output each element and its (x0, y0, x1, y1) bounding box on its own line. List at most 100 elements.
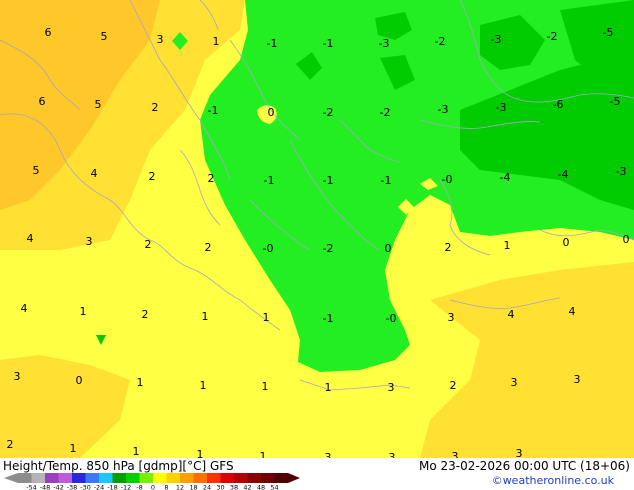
legend-color-swatch (207, 473, 221, 483)
temperature-value: -5 (603, 26, 614, 39)
temperature-value: 3 (516, 447, 523, 458)
temperature-value: 2 (145, 238, 152, 251)
legend-color-swatch (247, 473, 261, 483)
legend-tick-label: -38 (67, 484, 78, 490)
temperature-value: -4 (500, 171, 511, 184)
legend-color-swatch (72, 473, 86, 483)
forecast-datetime: Mo 23-02-2026 00:00 UTC (18+06) (418, 459, 630, 473)
legend-color-swatch (139, 473, 153, 483)
temperature-value: 0 (385, 242, 392, 255)
legend-arrow-left (4, 473, 18, 483)
legend-tick-label: -48 (40, 484, 51, 490)
temperature-value: -0 (442, 173, 453, 186)
legend-color-swatch (45, 473, 59, 483)
temperature-value: 2 (205, 241, 212, 254)
temperature-value: 5 (101, 30, 108, 43)
legend-color-swatch (220, 473, 234, 483)
temperature-value: 1 (80, 305, 87, 318)
temperature-value: -2 (323, 242, 334, 255)
temperature-value: 1 (263, 311, 270, 324)
temperature-value: -3 (496, 101, 507, 114)
temperature-value: 2 (149, 170, 156, 183)
temperature-value: 1 (202, 310, 209, 323)
temperature-value: 3 (86, 235, 93, 248)
legend-tick-label: -42 (53, 484, 64, 490)
temperature-value: 3 (14, 370, 21, 383)
temperature-value: 3 (325, 451, 332, 458)
temperature-value: 2 (450, 379, 457, 392)
temperature-value: 3 (452, 450, 459, 458)
temperature-value: 0 (268, 106, 275, 119)
temperature-value: -1 (267, 37, 278, 50)
temperature-value: 5 (33, 164, 40, 177)
temperature-value: -1 (323, 174, 334, 187)
temperature-value: 1 (200, 379, 207, 392)
legend-tick-label: -18 (107, 484, 118, 490)
legend-tick-label: 0 (151, 484, 155, 490)
temperature-value: 0 (563, 236, 570, 249)
temperature-value: -1 (208, 104, 219, 117)
temperature-value: 2 (152, 101, 159, 114)
legend-color-swatch (153, 473, 167, 483)
temperature-value: 4 (508, 308, 515, 321)
temperature-value: -1 (264, 174, 275, 187)
temperature-value: -1 (323, 312, 334, 325)
temperature-map-canvas: 6 5 3 1 -1 -1 -3 -2 -3 -2 -5 6 5 2 -1 0 -2 -2 -3 -3 -6 -5 5 4 2 2… (0, 0, 634, 458)
credit-link[interactable]: ©weatheronline.co.uk (492, 474, 614, 487)
color-legend: -54 -48 -42 -38 -30 -24 -18 -12 -8 0 8 12 18 24 30 38 42… (4, 473, 300, 490)
legend-color-swatch (18, 473, 32, 483)
temperature-value: 1 (325, 381, 332, 394)
legend-color-swatch (261, 473, 275, 483)
temperature-value: -0 (263, 242, 274, 255)
temperature-value: -3 (379, 37, 390, 50)
temperature-value: 3 (511, 376, 518, 389)
temperature-value: -3 (438, 103, 449, 116)
legend-color-swatch (99, 473, 113, 483)
legend-tick-label: -12 (121, 484, 132, 490)
temperature-value: -1 (323, 37, 334, 50)
temperature-value: -2 (380, 106, 391, 119)
temperature-value: -3 (491, 33, 502, 46)
temperature-value: 4 (91, 167, 98, 180)
temperature-value: 0 (76, 374, 83, 387)
temperature-value: 1 (137, 376, 144, 389)
legend-tick-label: -30 (80, 484, 91, 490)
legend-tick-label: 12 (176, 484, 184, 490)
temperature-value: 1 (262, 380, 269, 393)
temperature-value: 4 (569, 305, 576, 318)
temperature-value: 3 (157, 33, 164, 46)
temperature-value: 1 (70, 442, 77, 455)
legend-arrow-right (288, 473, 300, 483)
weather-map: 6 5 3 1 -1 -1 -3 -2 -3 -2 -5 6 5 2 -1 0 -2 -2 -3 -3 -6 -5 5 4 2 2… (0, 0, 634, 458)
legend-tick-label: 30 (216, 484, 224, 490)
temperature-value: -1 (381, 174, 392, 187)
legend-color-swatch (112, 473, 126, 483)
temperature-value: 5 (95, 98, 102, 111)
temperature-value: -2 (435, 35, 446, 48)
temperature-value: -3 (616, 165, 627, 178)
legend-tick-label: -8 (136, 484, 142, 490)
temperature-value: 3 (388, 381, 395, 394)
temperature-value: 1 (504, 239, 511, 252)
legend-color-swatch (180, 473, 194, 483)
temperature-value: 0 (623, 233, 630, 246)
temperature-value: -5 (610, 95, 621, 108)
map-footer: Height/Temp. 850 hPa [gdmp][°C] GFS Mo 2… (0, 458, 634, 490)
temperature-value: 3 (448, 311, 455, 324)
temperature-value: 1 (133, 445, 140, 458)
legend-color-swatch (274, 473, 288, 483)
temperature-value: -6 (553, 98, 564, 111)
legend-color-swatch (193, 473, 207, 483)
temperature-value: 2 (445, 241, 452, 254)
temperature-value: 3 (574, 373, 581, 386)
legend-color-swatch (85, 473, 99, 483)
legend-tick-label: 8 (164, 484, 168, 490)
legend-color-swatch (166, 473, 180, 483)
temperature-value: -4 (558, 168, 569, 181)
legend-tick-label: -24 (94, 484, 105, 490)
legend-color-swatch (58, 473, 72, 483)
legend-color-swatch (234, 473, 248, 483)
temperature-value: 3 (389, 451, 396, 458)
temperature-value: 2 (7, 438, 14, 451)
temperature-value: 1 (260, 450, 267, 458)
